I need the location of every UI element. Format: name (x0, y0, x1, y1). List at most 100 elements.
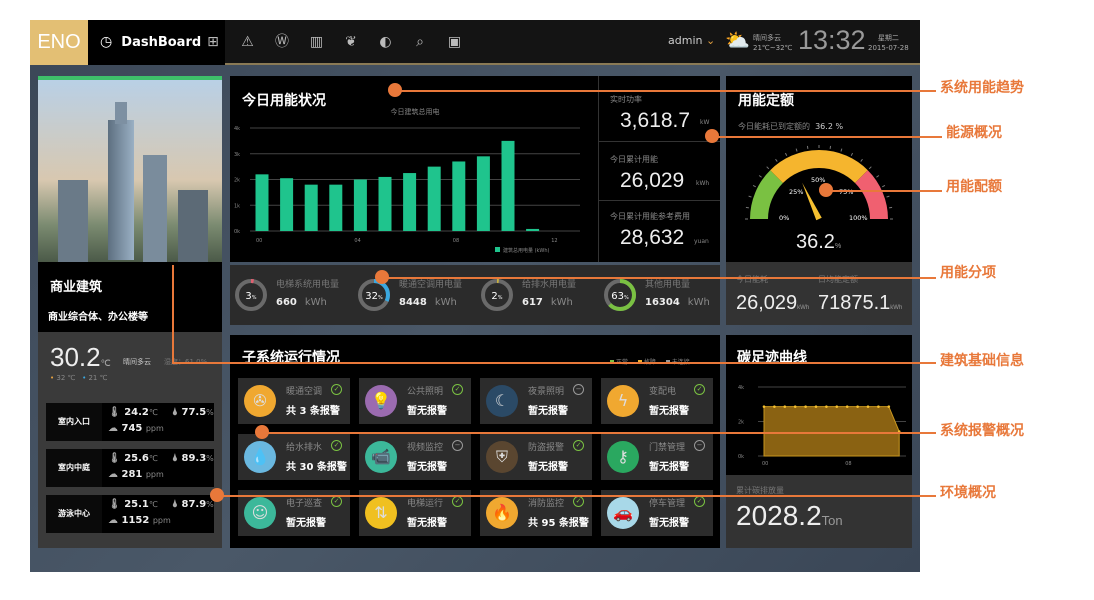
subsystem-status: 暂无报警 (649, 462, 689, 473)
hum-unit: % (206, 454, 214, 463)
daily-quota-value: 71875.1 (818, 292, 891, 314)
zone-co2: 745 (121, 423, 143, 434)
shield-icon: ⛨ (486, 441, 518, 473)
monitor-icon[interactable]: ⊞ (204, 33, 222, 51)
x-tick-label: 00 (762, 461, 768, 467)
alert-icon[interactable]: ⚠ (239, 33, 257, 51)
annotation-dot (255, 425, 269, 439)
pie-icon[interactable]: ◐ (377, 33, 395, 51)
date: 2015-07-28 (868, 44, 909, 52)
co2-unit: ppm (145, 424, 164, 433)
gauge-tick (775, 158, 778, 162)
x-tick-label: 04 (354, 238, 360, 244)
subsystem-name: 防盗报警 (528, 443, 565, 453)
barcode-icon[interactable]: ▥ (308, 33, 326, 51)
subsystem-tile[interactable]: ⇅ 电梯运行 ✓ 暂无报警 (359, 490, 471, 536)
quota-desc-pct: 36.2 % (815, 122, 844, 131)
bar (403, 173, 417, 231)
window-icon[interactable]: ▣ (446, 33, 464, 51)
gauge-tick (860, 158, 863, 162)
sub-item[interactable]: 32% 暖通空调用电量 8448 kWh (353, 265, 475, 325)
legend-label: 建筑总用电量 (kWh) (503, 247, 550, 254)
sub-item[interactable]: 3% 电梯系统用电量 660 kWh (230, 265, 352, 325)
subsystem-tile[interactable]: 🚗 停车管理 ✓ 暂无报警 (601, 490, 713, 536)
sub-item-unit: kWh (687, 297, 710, 308)
sub-item-value: 8448 (399, 297, 427, 308)
subsystem-name: 视频监控 (407, 443, 444, 453)
sub-item[interactable]: 63% 其他用电量 16304 kWh (599, 265, 721, 325)
leaf-icon[interactable]: ❦ (342, 33, 360, 51)
legend-swatch (495, 247, 500, 252)
gauge-tick (766, 166, 770, 170)
sub-item-unit: kWh (304, 297, 327, 308)
gauge-tick (886, 195, 890, 198)
subsystem-status: 共 3 条报警 (286, 406, 340, 417)
env-zone: 室内中庭 🌡 25.6℃ 🌢 89.3% ☁ 281 ppm (46, 449, 214, 487)
co2-unit: ppm (145, 470, 164, 479)
cost-unit: yuan (694, 238, 709, 245)
hum-unit: % (206, 500, 214, 509)
gauge-label: 100% (849, 214, 868, 222)
annotation-label: 用能配额 (946, 179, 1002, 195)
user-menu[interactable]: admin ⌄ (668, 34, 715, 47)
subsystem-name: 门禁管理 (649, 443, 686, 453)
annotation-dot (375, 270, 389, 284)
weather-cloud-sun-icon: ⛅ (725, 28, 750, 52)
weather-text: 晴间多云 (753, 34, 781, 42)
subsystem-tile[interactable]: ⚷ 门禁管理 − 暂无报警 (601, 434, 713, 480)
y-tick-label: 4k (738, 385, 744, 391)
carbon-summary: 累计碳排放量 2028.2Ton (726, 475, 912, 548)
check-circle-icon: ✓ (452, 384, 463, 395)
annotation-line (217, 495, 936, 497)
subsystem-status: 暂无报警 (649, 406, 689, 417)
sub-items-row: 3% 电梯系统用电量 660 kWh 32% 暖通空调用电量 8448 kWh 2% 给… (230, 265, 720, 325)
subsystem-tile[interactable]: ✇ 暖通空调 ✓ 共 3 条报警 (238, 378, 350, 424)
bar (255, 174, 269, 231)
data-point (856, 405, 859, 408)
zone-humidity: 77.5 (181, 407, 207, 418)
subsystem-tile[interactable]: ⛨ 防盗报警 ✓ 暂无报警 (480, 434, 592, 480)
annotation-line (712, 136, 942, 138)
quota-number: 36.2 (796, 231, 835, 253)
clock: 13:32 (798, 25, 866, 55)
logo[interactable]: ENO (30, 20, 88, 65)
subsystem-status: 共 95 条报警 (528, 518, 589, 529)
data-point (877, 405, 880, 408)
quota-desc-text: 今日能耗已到定额的 (738, 122, 810, 131)
zone-co2: 1152 (121, 515, 150, 526)
sub-item[interactable]: 2% 给排水用电量 617 kWh (476, 265, 598, 325)
water-meter-icon[interactable]: Ⓦ (273, 33, 291, 51)
gauge-tick (784, 152, 788, 156)
data-point (783, 405, 787, 408)
data-point (835, 405, 839, 408)
check-circle-icon: ✓ (452, 496, 463, 507)
energy-status-panel: 今日用能状况 今日建筑总用电 0k 1k 2k 3k 4k 00 04 08 12 建筑总用电量 (… (230, 76, 720, 262)
subsystem-tile[interactable]: ☺ 电子巡查 ✓ 暂无报警 (238, 490, 350, 536)
data-point (887, 405, 891, 408)
droplet-icon: 🌢 (172, 453, 178, 464)
subsystem-tile[interactable]: 💡 公共照明 ✓ 暂无报警 (359, 378, 471, 424)
today-energy-label: 今日能耗 (736, 275, 768, 284)
zone-temp: 25.6 (124, 453, 149, 464)
bulb-icon: 💡 (365, 385, 397, 417)
co2-cloud-icon: ☁ (108, 423, 118, 434)
fire-icon: 🔥 (486, 497, 518, 529)
bar (329, 184, 343, 231)
subsystem-tile[interactable]: 🔥 消防监控 ✓ 共 95 条报警 (480, 490, 592, 536)
quota-unit: % (834, 243, 842, 250)
subsystem-status: 暂无报警 (528, 406, 568, 417)
camera-icon: 📹 (365, 441, 397, 473)
subsystem-tile[interactable]: ☾ 夜景照明 − 暂无报警 (480, 378, 592, 424)
building-photo (38, 76, 222, 262)
moon-icon: ☾ (486, 385, 518, 417)
gauge-tick (840, 148, 843, 152)
gauge-yellow-band (770, 150, 868, 184)
zone-humidity: 87.9 (181, 499, 207, 510)
report-search-icon[interactable]: ⌕ (411, 33, 429, 51)
subsystem-tile[interactable]: ϟ 变配电 ✓ 暂无报警 (601, 378, 713, 424)
ring-percent: 2% (491, 291, 502, 302)
subsystem-tile[interactable]: 💧 给水排水 ✓ 共 30 条报警 (238, 434, 350, 480)
subsystem-tile[interactable]: 📹 视频监控 − 暂无报警 (359, 434, 471, 480)
annotation-label: 建筑基础信息 (940, 353, 1024, 369)
gauge-tick (876, 175, 880, 178)
